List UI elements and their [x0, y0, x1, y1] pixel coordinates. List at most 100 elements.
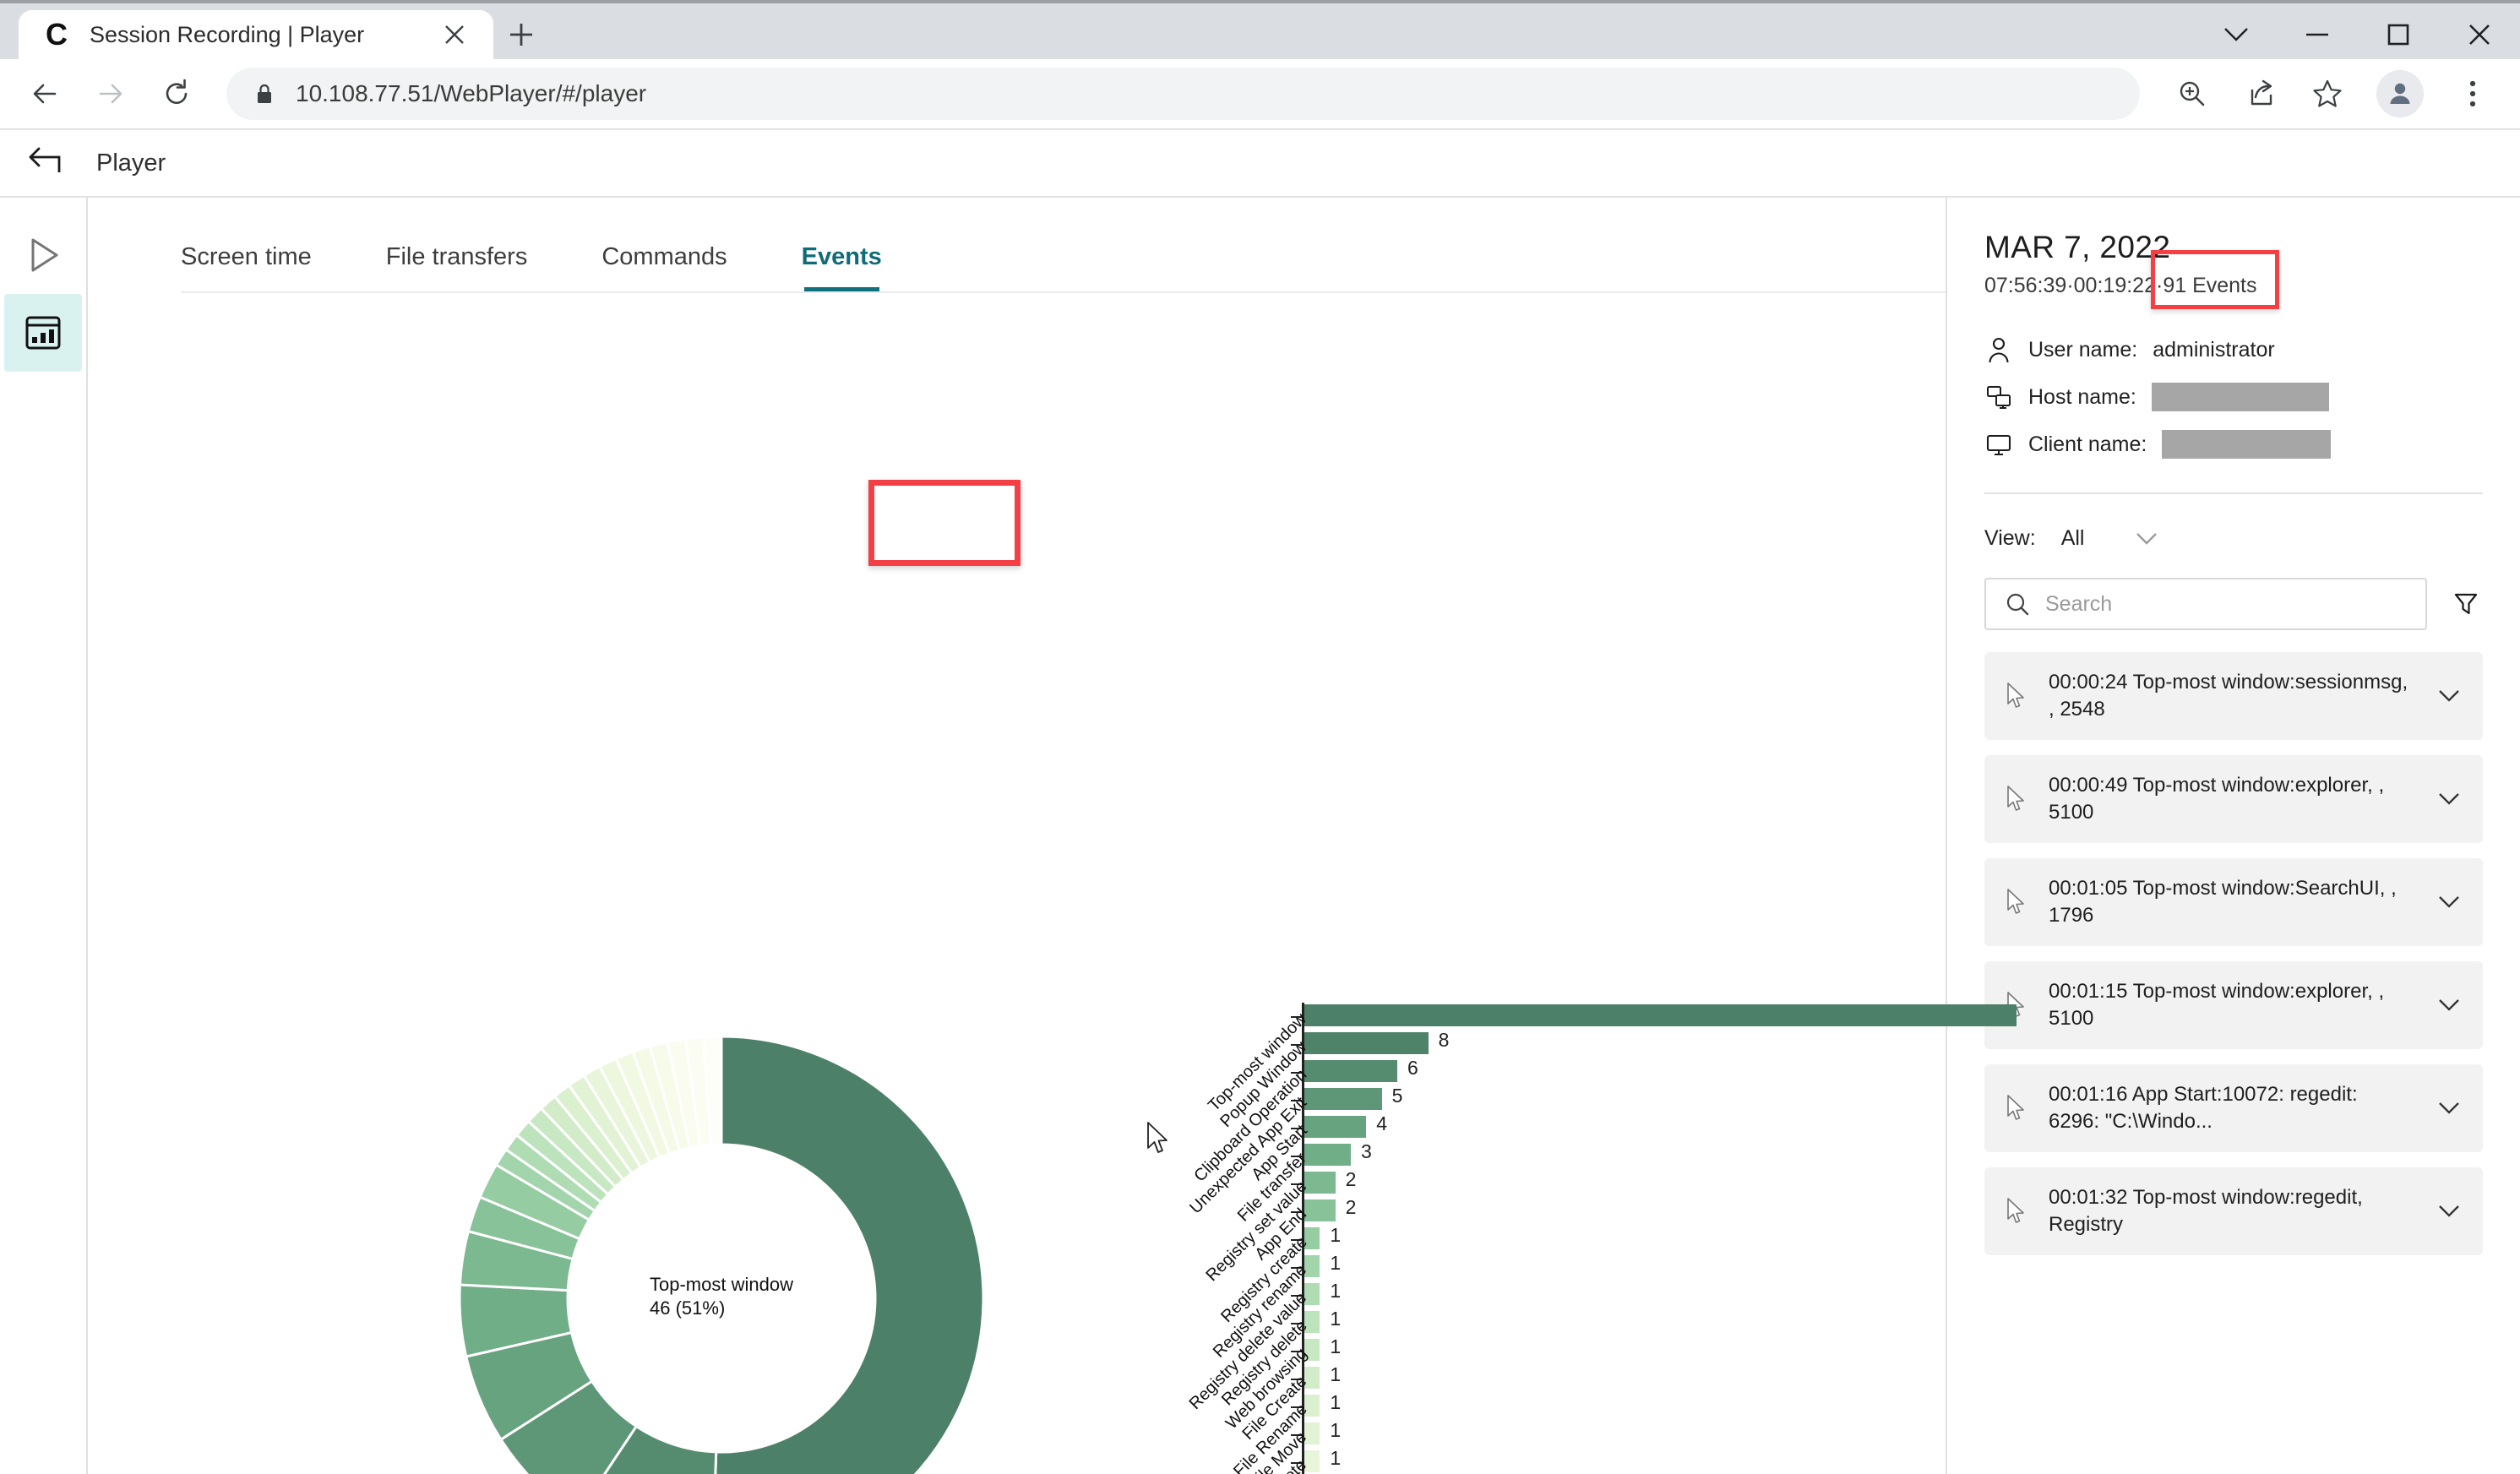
bar-chart-rows: 865432211111111111111 [1291, 1003, 2031, 1474]
sep-1: · [2066, 274, 2074, 297]
tab-commands[interactable]: Commands [601, 231, 727, 293]
minimize-icon[interactable] [2277, 7, 2358, 63]
bar-chart-row: 2 [1291, 1196, 2031, 1226]
new-tab-button[interactable] [493, 10, 549, 59]
bar-value-label: 2 [1345, 1168, 1357, 1190]
bar-chart-row: 1 [1291, 1308, 2031, 1337]
address-bar[interactable]: 10.108.77.51/WebPlayer/#/player [226, 68, 2140, 120]
address-bar-url: 10.108.77.51/WebPlayer/#/player [296, 80, 647, 106]
view-filter-row[interactable]: View: All [1984, 526, 2483, 551]
profile-avatar-icon[interactable] [2376, 70, 2424, 117]
bar-value-label: 8 [1438, 1029, 1450, 1051]
rail-item-analytics[interactable] [4, 294, 82, 372]
rail-item-play[interactable] [4, 216, 82, 294]
event-list-item[interactable]: 00:01:32 Top-most window:regedit, Regist… [1984, 1167, 2483, 1255]
event-item-text: 00:00:49 Top-most window:explorer, , 510… [2049, 773, 2385, 824]
maximize-icon[interactable] [2358, 7, 2439, 63]
reload-icon[interactable] [144, 61, 210, 127]
event-list-item[interactable]: 00:01:05 Top-most window:SearchUI, , 179… [1984, 858, 2483, 946]
bar-value-label: 1 [1330, 1224, 1342, 1246]
events-donut-chart [460, 1036, 983, 1474]
bar[interactable] [1304, 1060, 1397, 1082]
zoom-in-icon[interactable] [2160, 62, 2224, 126]
back-arrow-icon[interactable] [25, 141, 69, 185]
browser-tab-title: Session Recording | Player [90, 21, 365, 47]
browser-window: C Session Recording | Player 10.108.77.5… [0, 0, 2520, 1474]
main-content: Screen time File transfers Commands Even… [88, 198, 2017, 1474]
bar-chart-row: 1 [1291, 1391, 2031, 1421]
mouse-cursor-icon [1146, 1121, 1172, 1156]
event-item-text: 00:01:05 Top-most window:SearchUI, , 179… [2049, 876, 2397, 927]
search-input[interactable]: Search [1984, 578, 2427, 630]
chevron-down-icon[interactable] [2430, 1204, 2468, 1219]
session-summary: 07:56:39 · 00:19:22 · 91 Events [1984, 250, 2483, 309]
bar-value-label: 1 [1330, 1252, 1342, 1274]
window-close-icon[interactable] [2439, 7, 2520, 63]
user-icon [1984, 335, 2013, 364]
bar-value-label: 1 [1330, 1447, 1342, 1469]
bar-value-label: 1 [1330, 1335, 1342, 1357]
tab-events[interactable]: Events [802, 231, 882, 293]
events-bar-chart: 865432211111111111111 Top-most windowPop… [1186, 1003, 2031, 1474]
donut-label-top-most-window: Top-most window 46 (51%) [650, 1274, 793, 1319]
app-header: Player [0, 130, 2520, 198]
bar-chart-row: 2 [1291, 1168, 2031, 1198]
meta-value-username: administrator [2153, 337, 2275, 362]
tab-screen-time[interactable]: Screen time [181, 231, 312, 293]
chevron-down-icon[interactable] [2430, 895, 2468, 910]
tab-file-transfers[interactable]: File transfers [386, 231, 528, 293]
browser-tab[interactable]: C Session Recording | Player [19, 10, 493, 59]
cursor-icon [2003, 888, 2032, 916]
event-list-item[interactable]: 00:01:15 Top-most window:explorer, , 510… [1984, 961, 2483, 1049]
bar[interactable] [1304, 1032, 1429, 1054]
chevron-down-icon[interactable] [2430, 998, 2468, 1013]
meta-row-clientname: Client name: [1984, 430, 2483, 459]
bar[interactable] [1304, 1088, 1382, 1110]
view-label: View: [1984, 526, 2036, 550]
event-item-text: 00:01:15 Top-most window:explorer, , 510… [2049, 979, 2385, 1030]
session-start-time: 07:56:39 [1984, 274, 2067, 297]
event-item-text: 00:01:32 Top-most window:regedit, Regist… [2049, 1185, 2363, 1236]
chevron-down-icon[interactable] [2135, 531, 2158, 547]
bar-value-label: 3 [1360, 1140, 1372, 1162]
monitor-icon [1984, 430, 2013, 459]
tab-strip: C Session Recording | Player [0, 3, 549, 59]
filter-icon[interactable] [2449, 587, 2483, 621]
bar[interactable] [1304, 1116, 1367, 1138]
panel-divider [1984, 492, 2483, 494]
more-menu-icon[interactable] [2441, 62, 2505, 126]
meta-label-clientname: Client name: [2028, 432, 2147, 456]
toolbar-icons [2160, 62, 2520, 126]
view-selected-value: All [2060, 526, 2085, 550]
cursor-icon [2003, 785, 2032, 813]
sep-2: · [2155, 274, 2163, 297]
search-placeholder: Search [2045, 591, 2113, 616]
bar-chart-row: 1 [1291, 1447, 2031, 1474]
browser-titlebar: C Session Recording | Player [0, 0, 2520, 59]
bar-chart-row: 6 [1291, 1057, 2031, 1086]
bar[interactable] [1304, 1144, 1351, 1166]
chevron-down-icon[interactable] [2196, 7, 2277, 63]
search-icon [2005, 591, 2030, 617]
chevron-down-icon[interactable] [2430, 791, 2468, 807]
share-icon[interactable] [2228, 62, 2292, 126]
bookmark-star-icon[interactable] [2295, 62, 2359, 126]
event-list[interactable]: 00:00:24 Top-most window:sessionmsg, , 2… [1984, 652, 2483, 1474]
bar[interactable] [1304, 1004, 2017, 1026]
bar-value-label: 6 [1407, 1057, 1418, 1079]
event-list-item[interactable]: 00:00:49 Top-most window:explorer, , 510… [1984, 755, 2483, 843]
tab-close-icon[interactable] [438, 18, 471, 52]
bar-chart-row: 5 [1291, 1085, 2031, 1114]
window-controls [2196, 7, 2520, 63]
chevron-down-icon[interactable] [2430, 688, 2468, 704]
chevron-down-icon[interactable] [2430, 1101, 2468, 1116]
event-list-item[interactable]: 00:01:16 App Start:10072: regedit: 6296:… [1984, 1064, 2483, 1152]
bar-chart-row: 1 [1291, 1252, 2031, 1281]
back-icon[interactable] [12, 61, 78, 127]
citrix-favicon-icon: C [46, 17, 68, 52]
bar-chart-row: 1 [1291, 1363, 2031, 1393]
event-list-item[interactable]: 00:00:24 Top-most window:sessionmsg, , 2… [1984, 652, 2483, 740]
donut-slice[interactable] [712, 1036, 983, 1474]
events-count-text: 91 Events [2163, 274, 2257, 297]
forward-icon[interactable] [78, 61, 144, 127]
